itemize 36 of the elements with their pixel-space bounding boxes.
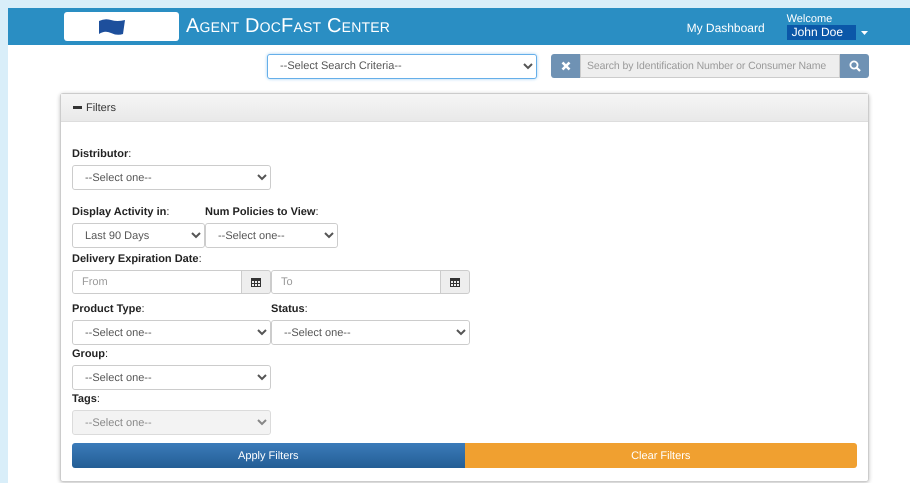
dropdown[interactable]: --Select one-- — [271, 320, 470, 345]
clear-button[interactable] — [551, 54, 580, 78]
filters-toggle[interactable]: Filters — [73, 102, 116, 114]
field-label: Status: — [271, 303, 309, 315]
user-name[interactable]: John Doe — [786, 25, 856, 40]
dropdown[interactable]: --Select one-- — [72, 365, 271, 390]
field-label: Tags: — [72, 393, 101, 405]
field-label: Product Type: — [72, 303, 146, 315]
search-icon — [848, 60, 860, 72]
search-button[interactable] — [840, 54, 869, 78]
field-label: Num Policies to View: — [205, 206, 320, 218]
calendar-button[interactable] — [242, 270, 271, 294]
minus-icon — [73, 103, 82, 112]
close-icon — [560, 61, 570, 71]
date-field[interactable]: To — [271, 270, 441, 294]
search-field[interactable]: Search by Identification Number or Consumer Name — [580, 54, 840, 78]
dropdown[interactable]: Last 90 Days — [72, 223, 205, 248]
field-label: Delivery Expiration Date: — [72, 253, 203, 265]
caret-icon — [861, 30, 868, 34]
field-label: Distributor: — [72, 148, 132, 160]
field-label: Group: — [72, 348, 110, 360]
field-label: Display Activity in: — [72, 206, 170, 218]
apply-button[interactable]: Apply Filters — [72, 443, 464, 468]
flag-icon — [96, 18, 126, 36]
search-criteria-select[interactable]: --Select Search Criteria-- — [267, 54, 537, 78]
panel-title: Filters — [86, 102, 116, 114]
calendar-button[interactable] — [441, 270, 470, 294]
app-title: Agent DocFast Center — [186, 15, 390, 38]
calendar-icon — [251, 277, 261, 287]
dropdown[interactable]: --Select one-- — [205, 223, 338, 248]
calendar-icon — [450, 277, 460, 287]
dropdown[interactable]: --Select one-- — [72, 320, 271, 345]
dropdown[interactable]: --Select one-- — [72, 165, 271, 190]
dashboard-link[interactable]: My Dashboard — [686, 20, 765, 34]
date-field[interactable]: From — [72, 270, 242, 294]
welcome-label: Welcome — [786, 13, 834, 25]
